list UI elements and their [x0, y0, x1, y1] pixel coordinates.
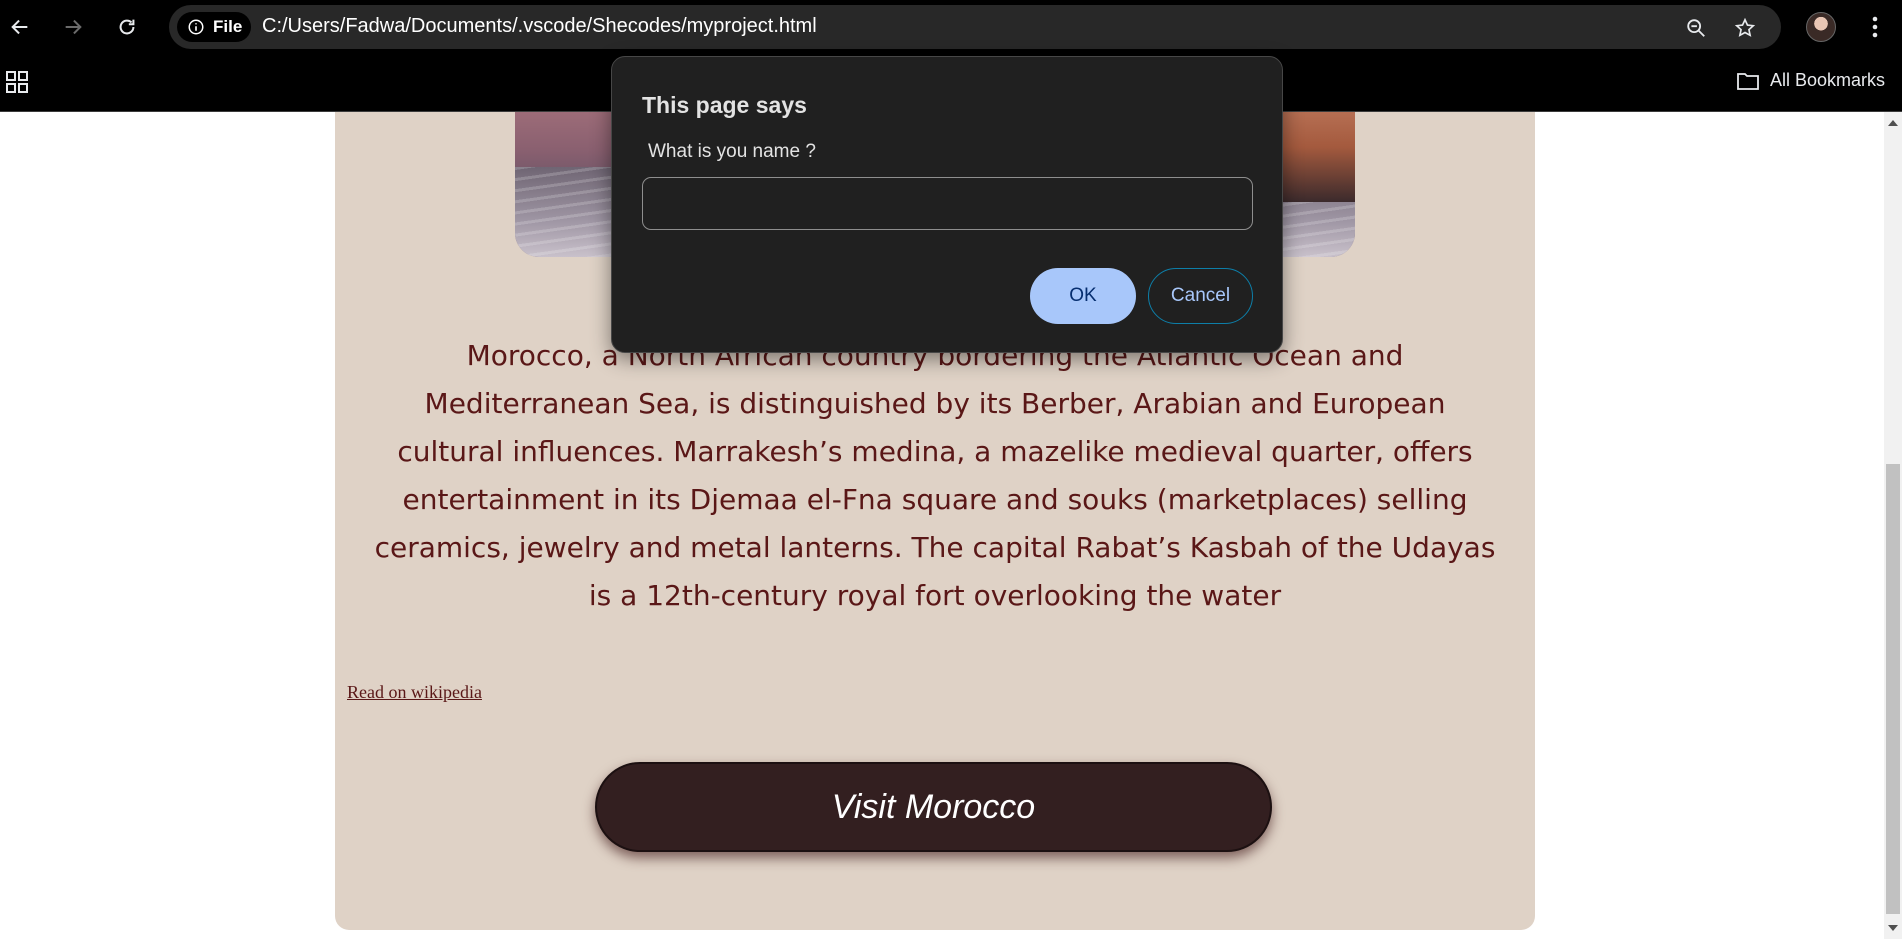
site-chip-label: File	[213, 17, 243, 36]
ok-button[interactable]: OK	[1030, 268, 1136, 324]
scroll-up-arrow-icon[interactable]	[1888, 120, 1898, 126]
browser-toolbar: File C:/Users/Fadwa/Documents/.vscode/Sh…	[0, 0, 1902, 54]
all-bookmarks-label: All Bookmarks	[1770, 70, 1886, 90]
forward-button[interactable]	[57, 11, 89, 43]
wikipedia-link[interactable]: Read on wikipedia	[347, 682, 482, 703]
url-text[interactable]: C:/Users/Fadwa/Documents/.vscode/Shecode…	[262, 15, 817, 38]
folder-icon	[1737, 72, 1759, 90]
profile-avatar[interactable]	[1806, 12, 1836, 42]
dialog-message: What is you name ?	[648, 141, 816, 162]
coastal-city-graphic	[1275, 112, 1355, 202]
dialog-title: This page says	[642, 92, 807, 118]
more-menu-icon	[1872, 16, 1878, 38]
scroll-thumb[interactable]	[1886, 464, 1900, 914]
apps-icon[interactable]	[6, 71, 28, 93]
back-button[interactable]	[4, 11, 36, 43]
reload-icon	[119, 19, 135, 35]
morocco-description: Morocco, a North African country borderi…	[374, 339, 1496, 612]
zoom-icon	[1687, 19, 1705, 37]
cancel-button[interactable]: Cancel	[1148, 268, 1253, 324]
zoom-button[interactable]	[1683, 15, 1709, 41]
address-bar[interactable]: File C:/Users/Fadwa/Documents/.vscode/Sh…	[169, 5, 1781, 49]
reload-button[interactable]	[111, 11, 143, 43]
site-info-chip[interactable]: File	[177, 12, 251, 42]
star-icon	[1734, 17, 1756, 37]
bookmark-star-button[interactable]	[1732, 15, 1758, 41]
more-menu-button[interactable]	[1862, 12, 1888, 42]
info-icon	[188, 19, 204, 35]
prompt-dialog: This page says What is you name ? OK Can…	[611, 56, 1283, 353]
name-input[interactable]	[642, 177, 1253, 230]
forward-icon	[65, 19, 82, 35]
scroll-down-arrow-icon[interactable]	[1888, 925, 1898, 931]
visit-morocco-button[interactable]: Visit Morocco	[595, 762, 1272, 852]
all-bookmarks-button[interactable]: All Bookmarks	[1736, 70, 1885, 91]
vertical-scrollbar[interactable]	[1884, 112, 1902, 939]
back-icon	[11, 19, 28, 35]
